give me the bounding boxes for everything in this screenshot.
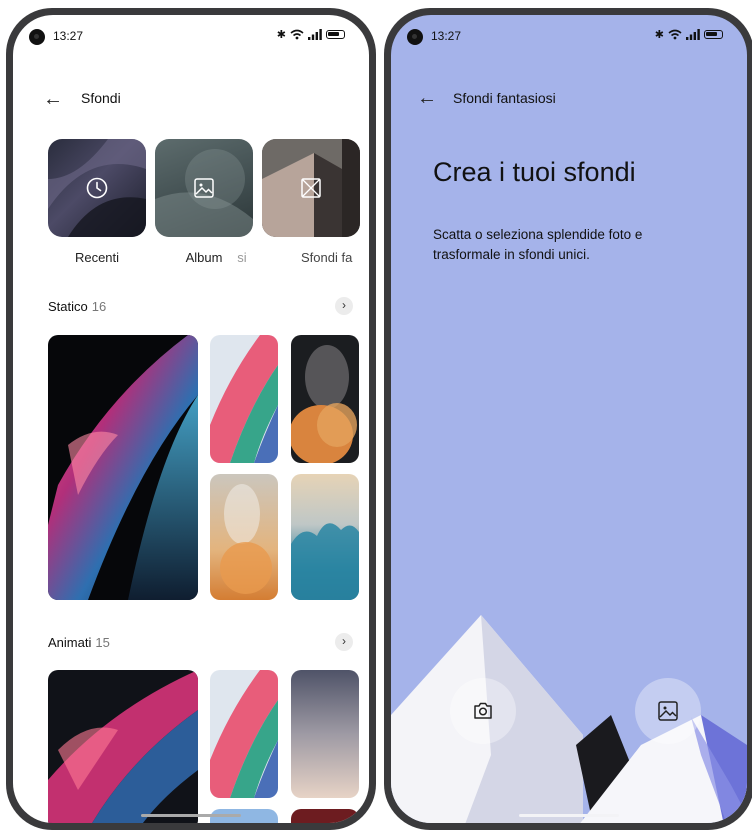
signal-icon	[686, 29, 700, 40]
wallpaper-static-2[interactable]	[210, 335, 278, 463]
page-title: Sfondi fantasiosi	[453, 90, 556, 106]
image-icon	[658, 701, 678, 721]
heading: Crea i tuoi sfondi	[433, 157, 636, 187]
category-album-tile[interactable]	[155, 139, 253, 237]
back-arrow-icon[interactable]: ←	[43, 89, 63, 109]
camera-icon	[474, 702, 492, 719]
page-title: Sfondi	[81, 90, 121, 106]
wallpaper-static-4[interactable]	[210, 474, 278, 600]
phone-left: 13:27 ✱ ← Sfondi Recenti Album si Sfondi…	[6, 8, 376, 830]
fantasy-screen: 13:27 ✱ ← Sfondi fantasiosi Crea i tuoi …	[391, 15, 747, 823]
description: Scatta o seleziona splendide foto e tras…	[433, 227, 643, 262]
signal-icon	[308, 29, 322, 40]
home-indicator[interactable]	[519, 814, 619, 817]
category-fantasy-tile[interactable]	[262, 139, 360, 237]
choose-photo-button[interactable]	[635, 678, 701, 744]
wifi-icon	[290, 29, 304, 40]
section-static-count: 16	[91, 299, 107, 314]
battery-icon	[704, 30, 723, 39]
wallpaper-static-5[interactable]	[291, 474, 359, 600]
section-animated-count: 15	[95, 635, 110, 650]
take-photo-button[interactable]	[450, 678, 516, 744]
bluetooth-icon: ✱	[654, 29, 664, 41]
wallpaper-animated-2[interactable]	[210, 670, 278, 798]
wallpaper-static-1[interactable]	[48, 335, 198, 600]
wallpaper-animated-5[interactable]	[291, 809, 359, 823]
wifi-icon	[668, 29, 682, 40]
front-camera	[29, 29, 45, 45]
section-animated-more-button[interactable]: ›	[335, 633, 353, 651]
section-animated-name: Animati	[48, 635, 92, 650]
category-partial-label: si	[237, 250, 247, 265]
phone-right: 13:27 ✱ ← Sfondi fantasiosi Crea i tuoi …	[384, 8, 752, 830]
category-recent-tile[interactable]	[48, 139, 146, 237]
front-camera	[407, 29, 423, 45]
wallpaper-icon	[301, 178, 321, 198]
status-icons: ✱	[277, 28, 345, 41]
category-fantasy-label: Sfondi fa	[301, 250, 353, 265]
section-static-title: Statico 16	[48, 299, 106, 314]
bluetooth-icon: ✱	[276, 29, 286, 41]
wallpaper-animated-3[interactable]	[291, 670, 359, 798]
home-indicator[interactable]	[141, 814, 241, 817]
section-static-more-button[interactable]: ›	[335, 297, 353, 315]
clock-icon	[86, 177, 108, 199]
wallpaper-screen: 13:27 ✱ ← Sfondi Recenti Album si Sfondi…	[13, 15, 369, 823]
section-animated-title: Animati 15	[48, 635, 110, 650]
section-static-name: Statico	[48, 299, 88, 314]
status-icons: ✱	[655, 28, 723, 41]
back-arrow-icon[interactable]: ←	[417, 88, 437, 108]
image-icon	[194, 178, 214, 198]
wallpaper-animated-1[interactable]	[48, 670, 198, 823]
status-time: 13:27	[53, 29, 84, 43]
status-time: 13:27	[431, 29, 462, 43]
battery-icon	[326, 30, 345, 39]
category-recent-label: Recenti	[74, 250, 120, 265]
wallpaper-static-3[interactable]	[291, 335, 359, 463]
